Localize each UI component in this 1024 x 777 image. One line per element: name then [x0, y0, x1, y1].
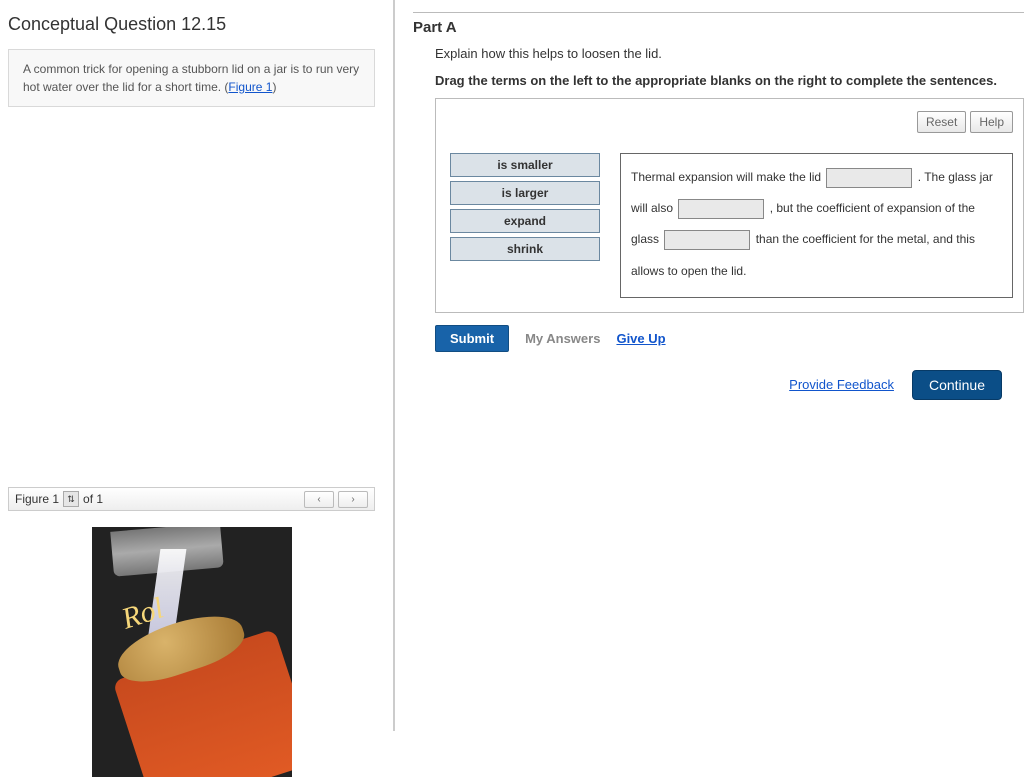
activity-area: Reset Help is smaller is larger expand s…	[435, 98, 1024, 313]
sentence-3b: than the coefficient for the metal, and …	[752, 232, 975, 246]
sentence-1b: . The glass jar	[914, 170, 992, 184]
figure-select[interactable]: ⇅	[63, 491, 79, 507]
term-expand[interactable]: expand	[450, 209, 600, 233]
question-title: Conceptual Question 12.15	[8, 14, 375, 35]
drag-instruction: Drag the terms on the left to the approp…	[435, 73, 1024, 88]
sentence-3a: glass	[631, 232, 662, 246]
blank-3[interactable]	[664, 230, 750, 250]
sentence-2a: will also	[631, 201, 676, 215]
submit-button[interactable]: Submit	[435, 325, 509, 352]
sentence-2b: , but the coefficient of expansion of th…	[766, 201, 975, 215]
sentence-1a: Thermal expansion will make the lid	[631, 170, 824, 184]
terms-column: is smaller is larger expand shrink	[448, 153, 602, 261]
sentence-box: Thermal expansion will make the lid . Th…	[620, 153, 1013, 298]
part-title: Part A	[413, 19, 1024, 36]
blank-1[interactable]	[826, 168, 912, 188]
figure-nav-bar: Figure 1 ⇅ of 1 ‹ ›	[8, 487, 375, 511]
blank-2[interactable]	[678, 199, 764, 219]
sentence-4: allows to open the lid.	[631, 264, 746, 278]
reset-button[interactable]: Reset	[917, 111, 966, 133]
term-is-smaller[interactable]: is smaller	[450, 153, 600, 177]
term-shrink[interactable]: shrink	[450, 237, 600, 261]
help-button[interactable]: Help	[970, 111, 1013, 133]
question-intro: A common trick for opening a stubborn li…	[8, 49, 375, 107]
intro-end: )	[272, 80, 276, 94]
figure-prev-button[interactable]: ‹	[304, 491, 334, 508]
figure-label: Figure 1	[15, 492, 59, 506]
figure-next-button[interactable]: ›	[338, 491, 368, 508]
figure-image: Rol	[92, 527, 292, 777]
figure-of-text: of 1	[83, 492, 103, 506]
intro-text: A common trick for opening a stubborn li…	[23, 62, 359, 94]
provide-feedback-link[interactable]: Provide Feedback	[789, 377, 894, 392]
my-answers-link[interactable]: My Answers	[525, 331, 600, 346]
figure-link[interactable]: Figure 1	[228, 80, 272, 94]
give-up-link[interactable]: Give Up	[616, 331, 665, 346]
continue-button[interactable]: Continue	[912, 370, 1002, 400]
term-is-larger[interactable]: is larger	[450, 181, 600, 205]
part-instruction: Explain how this helps to loosen the lid…	[435, 46, 1024, 61]
